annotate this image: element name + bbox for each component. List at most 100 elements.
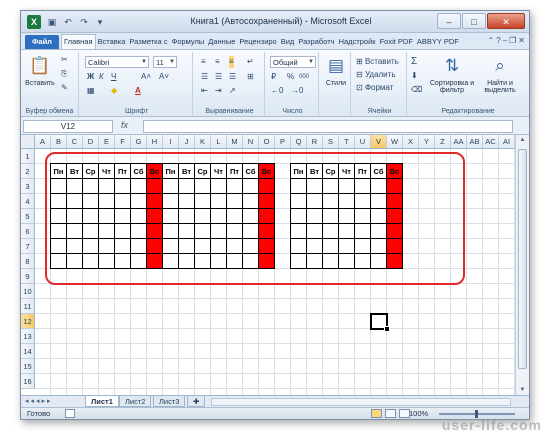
select-all-corner[interactable] xyxy=(21,135,35,149)
fill-icon[interactable]: ⬇ xyxy=(411,70,418,82)
column-header[interactable]: AA xyxy=(451,135,467,149)
fill-color-icon[interactable]: ◆ xyxy=(111,85,117,97)
font-color-button[interactable]: A xyxy=(135,85,141,97)
scroll-up-icon[interactable]: ▲ xyxy=(518,137,527,143)
format-cells-button[interactable]: ⊡ Формат xyxy=(356,82,393,94)
number-format-combo[interactable]: Общий ▼ xyxy=(270,56,316,68)
column-header[interactable]: E xyxy=(99,135,115,149)
dropdown-icon[interactable]: ▾ xyxy=(93,15,107,29)
column-header[interactable]: A xyxy=(35,135,51,149)
align-center-icon[interactable]: ☰ xyxy=(215,71,222,83)
column-header[interactable]: O xyxy=(259,135,275,149)
column-header[interactable]: N xyxy=(243,135,259,149)
macro-record-icon[interactable] xyxy=(65,409,75,418)
column-header[interactable]: S xyxy=(323,135,339,149)
sheet-tab[interactable]: Лист2 xyxy=(119,396,152,407)
save-icon[interactable]: ▣ xyxy=(45,15,59,29)
row-header[interactable]: 9 xyxy=(21,269,35,284)
ribbon-tab[interactable]: ABBYY PDF xyxy=(415,35,461,49)
orientation-icon[interactable]: ↗ xyxy=(229,85,236,97)
ribbon-tab[interactable]: Рецензиро xyxy=(237,35,278,49)
ribbon-tab[interactable]: Главная xyxy=(60,34,96,49)
column-header[interactable]: F xyxy=(115,135,131,149)
bold-button[interactable]: Ж xyxy=(87,71,94,83)
align-top-icon[interactable]: ≡ xyxy=(201,56,206,68)
row-header[interactable]: 6 xyxy=(21,224,35,239)
column-header[interactable]: V xyxy=(371,135,387,149)
percent-button[interactable]: % xyxy=(287,71,294,83)
align-right-icon[interactable]: ☰ xyxy=(229,71,236,83)
column-header[interactable]: Z xyxy=(435,135,451,149)
restore-workbook-icon[interactable]: ❐ xyxy=(509,36,516,45)
column-header[interactable]: L xyxy=(211,135,227,149)
fx-icon[interactable]: fx xyxy=(121,120,128,130)
column-header[interactable]: AI xyxy=(499,135,515,149)
ribbon-tab[interactable]: Вид xyxy=(279,35,297,49)
column-header[interactable]: AB xyxy=(467,135,483,149)
column-header[interactable]: M xyxy=(227,135,243,149)
format-painter-icon[interactable]: ✎ xyxy=(61,82,68,94)
help-icon[interactable]: ? xyxy=(496,36,500,45)
currency-icon[interactable]: ₽ xyxy=(271,71,276,83)
decrease-decimal-icon[interactable]: →0 xyxy=(291,85,303,97)
paste-button[interactable]: 📋 Вставить xyxy=(25,54,55,87)
row-header[interactable]: 2 xyxy=(21,164,35,179)
ribbon-tab[interactable]: Файл xyxy=(25,35,59,49)
italic-button[interactable]: К xyxy=(99,71,104,83)
row-header[interactable]: 16 xyxy=(21,374,35,389)
shrink-font-button[interactable]: A˅ xyxy=(159,71,169,83)
insert-cells-button[interactable]: ⊞ Вставить xyxy=(356,56,399,68)
sheet-navigation-icons[interactable]: ◂◂◂▸▸ xyxy=(25,397,53,405)
ribbon-tab[interactable]: Разработч xyxy=(296,35,336,49)
zoom-slider[interactable] xyxy=(439,410,515,418)
merge-icon[interactable]: ⊞ xyxy=(247,71,254,83)
row-header[interactable]: 4 xyxy=(21,194,35,209)
styles-button[interactable]: ▤ Стили xyxy=(322,54,350,87)
column-header[interactable]: G xyxy=(131,135,147,149)
row-header[interactable]: 7 xyxy=(21,239,35,254)
row-header[interactable]: 8 xyxy=(21,254,35,269)
ribbon-tab[interactable]: Foxit PDF xyxy=(378,35,415,49)
close-button[interactable]: ✕ xyxy=(487,13,525,29)
column-header[interactable]: AC xyxy=(483,135,499,149)
minimize-workbook-icon[interactable]: – xyxy=(503,36,507,45)
column-header[interactable]: X xyxy=(403,135,419,149)
row-header[interactable]: 1 xyxy=(21,149,35,164)
column-header[interactable]: P xyxy=(275,135,291,149)
scroll-down-icon[interactable]: ▼ xyxy=(518,387,527,393)
ribbon-tab[interactable]: Разметка с xyxy=(127,35,169,49)
thousands-button[interactable]: 000 xyxy=(299,71,309,83)
column-header[interactable]: J xyxy=(179,135,195,149)
font-size-combo[interactable]: 11 ▼ xyxy=(153,56,177,68)
worksheet-grid[interactable]: ▲ ▼ A B C D E F G H I J K L M N O P Q R S T U V W X Y Z AA AB AC AI 1 2… xyxy=(21,135,529,395)
column-header[interactable]: R xyxy=(307,135,323,149)
close-workbook-icon[interactable]: ✕ xyxy=(518,36,525,45)
column-header[interactable]: Q xyxy=(291,135,307,149)
column-header[interactable]: Y xyxy=(419,135,435,149)
row-header[interactable]: 12 xyxy=(21,314,35,329)
vertical-scrollbar[interactable]: ▲ ▼ xyxy=(515,135,529,395)
row-header[interactable]: 14 xyxy=(21,344,35,359)
align-bottom-icon[interactable]: ≡ xyxy=(229,56,234,68)
name-box[interactable]: V12 xyxy=(23,120,113,133)
sort-filter-button[interactable]: ⇅ Сортировка и фильтр xyxy=(429,54,475,94)
column-header[interactable]: D xyxy=(83,135,99,149)
chevron-up-icon[interactable]: ⌃ xyxy=(488,36,495,45)
minimize-button[interactable]: – xyxy=(437,13,461,29)
ribbon-tab[interactable]: Вставка xyxy=(96,35,128,49)
zoom-level[interactable]: 100% xyxy=(409,409,428,418)
horizontal-scrollbar[interactable] xyxy=(211,398,511,406)
column-header[interactable]: W xyxy=(387,135,403,149)
column-header[interactable]: C xyxy=(67,135,83,149)
indent-decrease-icon[interactable]: ⇤ xyxy=(201,85,208,97)
column-header[interactable]: H xyxy=(147,135,163,149)
column-header[interactable]: I xyxy=(163,135,179,149)
cut-icon[interactable]: ✂ xyxy=(61,54,68,66)
row-header[interactable]: 11 xyxy=(21,299,35,314)
borders-icon[interactable]: ▦ xyxy=(87,85,95,97)
align-left-icon[interactable]: ☰ xyxy=(201,71,208,83)
normal-view-icon[interactable] xyxy=(371,409,382,418)
grow-font-button[interactable]: A˄ xyxy=(141,71,151,83)
underline-button[interactable]: Ч xyxy=(111,71,116,83)
row-header[interactable]: 3 xyxy=(21,179,35,194)
